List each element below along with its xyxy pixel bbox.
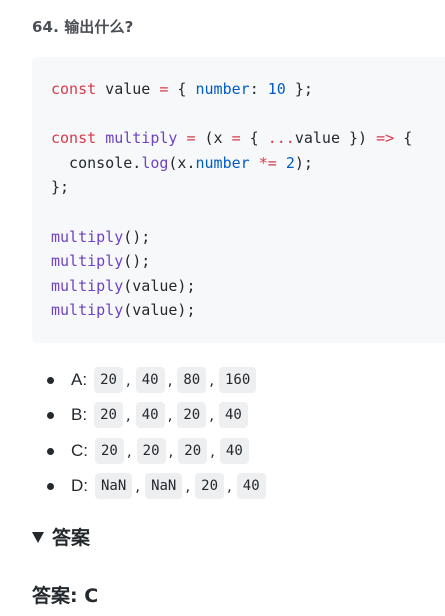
code-token: (value); — [123, 301, 196, 319]
bullet-icon — [47, 411, 54, 419]
code-line: const value = { number: 10 }; — [51, 79, 313, 99]
triangle-down-icon — [32, 531, 44, 543]
code-token: (x. — [168, 154, 196, 172]
code-token: console. — [51, 154, 142, 172]
option-d: D: NaN, NaN, 20, 40 — [47, 470, 266, 502]
code-token: value }) — [294, 129, 377, 147]
separator: , — [167, 371, 173, 389]
code-token: multiply — [51, 301, 124, 319]
separator: , — [125, 371, 131, 389]
answer-chip: 40 — [135, 402, 165, 428]
code-token: = — [186, 129, 196, 147]
code-token: { — [168, 80, 196, 98]
code-token: (); — [123, 228, 151, 246]
code-token: ); — [294, 154, 313, 172]
code-token: multiply — [51, 228, 124, 246]
answer-chip: 20 — [177, 402, 207, 428]
answer-value: C — [84, 585, 99, 607]
code-line: multiply(); — [51, 227, 150, 247]
separator: , — [168, 442, 174, 460]
answer-chip: 80 — [177, 367, 207, 393]
option-b: B: 20, 40, 20, 40 — [47, 399, 248, 431]
answer-chip: 40 — [219, 438, 249, 464]
answer-chip: 40 — [218, 402, 248, 428]
code-token: (); — [123, 252, 151, 270]
code-token: log — [141, 154, 169, 172]
bullet-icon — [47, 376, 54, 384]
code-token: 2 — [285, 154, 295, 172]
answer-chip: 160 — [218, 367, 257, 393]
option-letter: D: — [71, 476, 88, 495]
code-token: number — [195, 154, 250, 172]
separator: , — [125, 406, 131, 424]
answer-chip: 20 — [136, 438, 166, 464]
page: 64. 输出什么? const value = { number: 10 }; … — [0, 0, 445, 616]
code-line: multiply(value); — [51, 300, 196, 320]
code-token: const — [51, 80, 97, 98]
code-token: multiply — [105, 129, 178, 147]
code-token: = — [231, 129, 241, 147]
option-c: C: 20, 20, 20, 40 — [47, 435, 249, 467]
code-token: { — [240, 129, 268, 147]
code-line: const multiply = (x = { ...value }) => { — [51, 128, 412, 148]
bullet-icon — [47, 482, 54, 490]
option-a: A: 20, 40, 80, 160 — [47, 364, 257, 396]
answer-chip: 20 — [195, 473, 225, 499]
separator: , — [185, 477, 191, 495]
code-token: : — [249, 80, 268, 98]
code-token: multiply — [51, 252, 124, 270]
answer-line: 答案: C — [32, 581, 98, 608]
code-token: => — [376, 129, 395, 147]
code-token: number — [195, 80, 250, 98]
answer-chip: NaN — [145, 473, 183, 499]
code-block: const value = { number: 10 }; const mult… — [32, 57, 445, 343]
separator: , — [126, 442, 132, 460]
bullet-icon — [47, 447, 54, 455]
option-letter: C: — [71, 441, 88, 460]
code-line: multiply(value); — [51, 276, 196, 296]
answer-chip: 20 — [178, 438, 208, 464]
code-token: }; — [51, 178, 70, 196]
option-letter: B: — [71, 405, 88, 424]
code-token: (value); — [123, 277, 196, 295]
code-token: ... — [267, 129, 295, 147]
code-token: const — [51, 129, 97, 147]
separator: , — [227, 477, 232, 495]
code-token: }; — [285, 80, 313, 98]
code-token: multiply — [51, 277, 124, 295]
option-letter: A: — [71, 370, 88, 389]
separator: , — [209, 371, 214, 389]
answer-chip: 20 — [94, 367, 123, 393]
separator: , — [209, 406, 214, 424]
code-token: value — [96, 80, 160, 98]
code-line: console.log(x.number *= 2); — [51, 153, 313, 173]
answer-chip: NaN — [95, 473, 133, 499]
code-line: }; — [51, 177, 69, 197]
answer-chip: 20 — [95, 438, 124, 464]
separator: , — [210, 442, 215, 460]
code-token: { — [394, 129, 413, 147]
code-token: *= — [258, 154, 277, 172]
answer-chip: 40 — [135, 367, 165, 393]
code-token: 10 — [267, 80, 286, 98]
answer-label: 答案: — [32, 585, 78, 607]
code-token: (x — [195, 129, 232, 147]
separator: , — [167, 406, 173, 424]
answer-chip: 20 — [94, 402, 123, 428]
code-line: multiply(); — [51, 251, 150, 271]
answer-toggle-label: 答案 — [52, 527, 91, 549]
answer-toggle[interactable]: 答案 — [32, 523, 90, 550]
question-title: 64. 输出什么? — [32, 18, 134, 36]
answer-chip: 40 — [236, 473, 266, 499]
separator: , — [135, 477, 141, 495]
